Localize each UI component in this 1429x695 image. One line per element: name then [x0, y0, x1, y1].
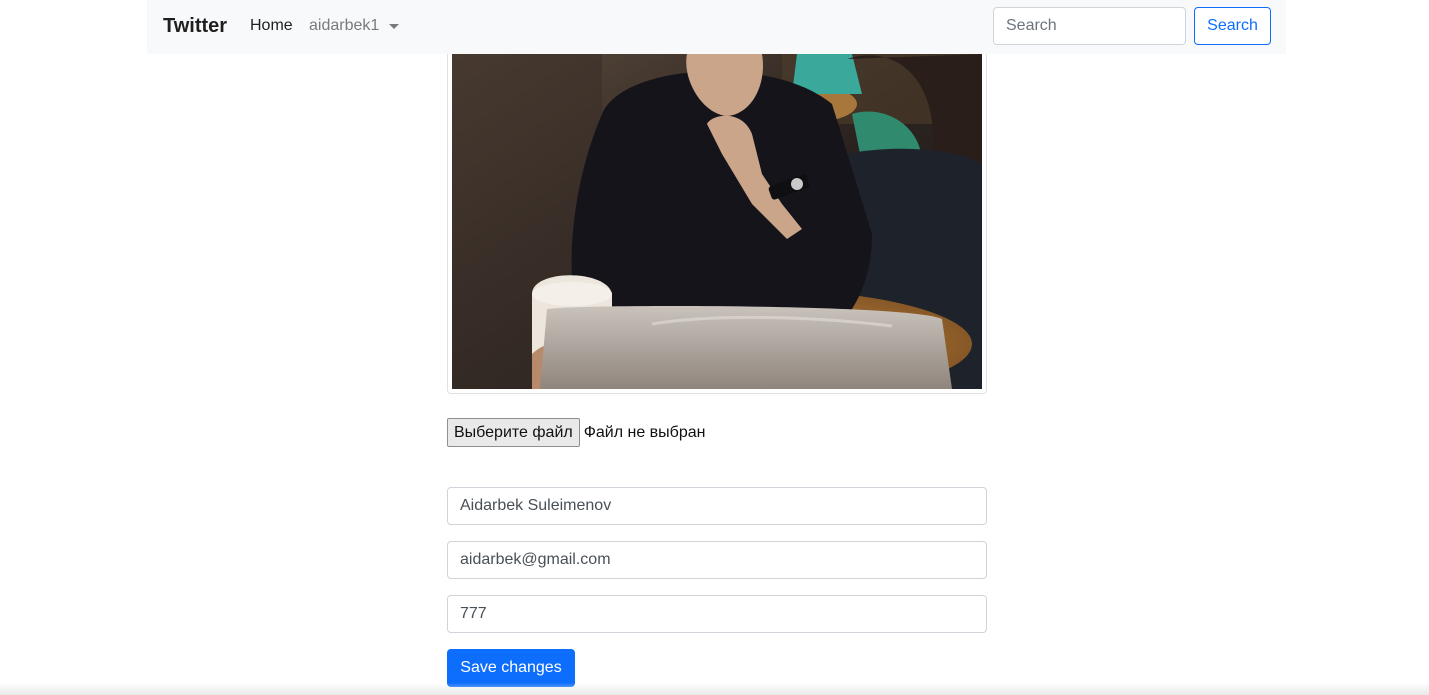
search-input[interactable] — [993, 7, 1186, 45]
choose-file-button[interactable]: Выберите файл — [447, 418, 580, 447]
user-dropdown-label: aidarbek1 — [309, 17, 380, 34]
chevron-down-icon — [389, 23, 400, 29]
file-upload: Выберите файл Файл не выбран — [447, 418, 705, 447]
search-button[interactable]: Search — [1194, 7, 1271, 45]
name-field[interactable] — [447, 487, 987, 525]
nav-home-link[interactable]: Home — [250, 16, 293, 36]
file-status-text: Файл не выбран — [583, 423, 706, 441]
top-navbar: Twitter Home aidarbek1 Search — [147, 0, 1286, 54]
save-changes-button[interactable]: Save changes — [447, 649, 575, 687]
user-dropdown[interactable]: aidarbek1 — [309, 16, 400, 36]
bottom-shadow — [0, 683, 1429, 695]
brand-logo[interactable]: Twitter — [163, 13, 227, 39]
profile-photo — [452, 54, 982, 389]
email-field[interactable] — [447, 541, 987, 579]
phone-field[interactable] — [447, 595, 987, 633]
